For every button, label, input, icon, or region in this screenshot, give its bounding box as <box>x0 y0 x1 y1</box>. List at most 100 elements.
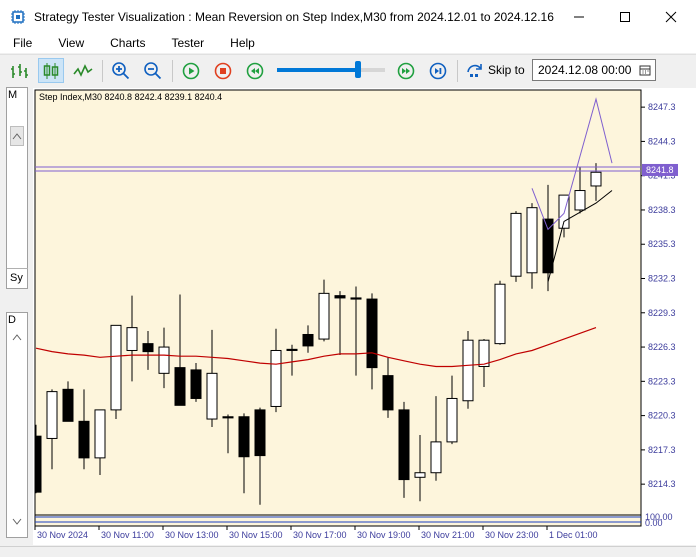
data-window-panel[interactable]: D <box>6 312 28 538</box>
rewind-icon <box>246 62 264 79</box>
candle-bearish <box>286 348 298 351</box>
current-price-label: 8241.8 <box>646 165 674 175</box>
line-chart-button[interactable] <box>70 58 96 83</box>
candle-bearish <box>366 298 378 369</box>
candle-bullish <box>270 349 282 407</box>
data-window-panel-label: D <box>8 314 16 326</box>
time-tick-label: 30 Nov 11:00 <box>101 530 154 540</box>
candle-bearish <box>398 409 410 481</box>
speed-slider-thumb[interactable] <box>355 61 361 78</box>
time-tick-label: 1 Dec 01:00 <box>549 530 598 540</box>
skip-to-button[interactable] <box>462 58 488 83</box>
time-tick-label: 30 Nov 15:00 <box>229 530 283 540</box>
scroll-down-icon[interactable] <box>12 518 22 526</box>
calendar-icon <box>639 65 651 76</box>
time-tick-label: 30 Nov 13:00 <box>165 530 219 540</box>
left-side-panels: M Sy D <box>0 87 29 557</box>
zoom-out-button[interactable] <box>140 58 166 83</box>
candle-bullish <box>414 472 426 478</box>
step-forward-button[interactable] <box>425 58 451 83</box>
speed-slider-track[interactable] <box>277 68 385 72</box>
price-tick-label: 8235.3 <box>648 239 676 249</box>
calendar-dropdown-button[interactable] <box>637 62 653 78</box>
stop-button[interactable] <box>210 58 236 83</box>
chart-canvas[interactable]: 8247.38244.38241.38238.38235.38232.38229… <box>33 88 696 545</box>
status-strip <box>0 546 696 557</box>
candle-bearish <box>174 367 186 406</box>
toolbar-separator <box>102 60 103 82</box>
zoom-out-icon <box>144 61 162 79</box>
speed-slider-fill <box>277 68 358 72</box>
candle-bullish <box>110 324 122 411</box>
window-title: Strategy Tester Visualization : Mean Rev… <box>34 9 554 24</box>
toolbar-separator <box>172 60 173 82</box>
candle-bearish <box>222 416 234 419</box>
skip-to-label: Skip to <box>488 63 525 77</box>
fast-forward-icon <box>397 62 415 79</box>
play-button[interactable] <box>178 58 204 83</box>
line-chart-icon <box>73 63 93 77</box>
candle-bullish <box>526 207 538 274</box>
symbols-tab-label: Sy <box>10 272 23 284</box>
candle-bullish <box>126 327 138 351</box>
indicator-tick-0: 0.00 <box>645 518 663 528</box>
price-tick-label: 8232.3 <box>648 274 676 284</box>
candle-bullish <box>46 391 58 439</box>
bar-chart-icon <box>11 63 28 78</box>
price-tick-label: 8217.3 <box>648 445 676 455</box>
skip-date-field[interactable]: 2024.12.08 00:00 <box>532 59 656 81</box>
candle-bearish <box>254 409 266 457</box>
stop-icon <box>214 62 232 79</box>
candle-bearish <box>142 343 154 353</box>
play-icon <box>182 62 200 79</box>
menu-view[interactable]: View <box>45 33 97 53</box>
skip-date-value: 2024.12.08 00:00 <box>538 63 632 77</box>
candle-bullish <box>462 339 474 402</box>
symbols-tab[interactable]: Sy <box>7 268 28 288</box>
candle-bullish <box>574 190 586 211</box>
market-watch-panel-label: M <box>8 89 18 101</box>
candlestick-chart-button[interactable] <box>38 58 64 83</box>
menu-charts[interactable]: Charts <box>97 33 158 53</box>
maximize-icon <box>620 11 630 22</box>
time-tick-label: 30 Nov 23:00 <box>485 530 539 540</box>
candle-bullish <box>158 346 170 374</box>
candle-bearish <box>34 435 42 493</box>
step-forward-icon <box>429 62 447 79</box>
price-tick-label: 8238.3 <box>648 205 676 215</box>
candle-bullish <box>478 339 490 367</box>
candle-bullish <box>94 409 106 459</box>
title-bar: Strategy Tester Visualization : Mean Rev… <box>0 0 696 33</box>
slower-button[interactable] <box>242 58 268 83</box>
scroll-up-icon[interactable] <box>12 333 22 341</box>
price-tick-label: 8226.3 <box>648 342 676 352</box>
minimize-button[interactable] <box>556 0 602 33</box>
candle-bullish <box>510 212 522 277</box>
menu-bar: File View Charts Tester Help <box>0 33 696 53</box>
price-chart[interactable]: 8247.38244.38241.38238.38235.38232.38229… <box>33 88 696 545</box>
faster-button[interactable] <box>393 58 419 83</box>
time-tick-label: 30 Nov 2024 <box>37 530 88 540</box>
candle-bearish <box>382 375 394 411</box>
minimize-icon <box>574 16 584 17</box>
candle-bearish <box>542 218 554 274</box>
strategy-tester-icon <box>11 9 25 24</box>
candle-bullish <box>430 441 442 474</box>
price-tick-label: 8220.3 <box>648 411 676 421</box>
market-watch-panel[interactable]: M Sy <box>6 87 28 289</box>
price-tick-label: 8229.3 <box>648 308 676 318</box>
close-button[interactable] <box>648 0 694 33</box>
chart-info-label: Step Index,M30 8240.8 8242.4 8239.1 8240… <box>39 92 222 102</box>
candle-bearish <box>334 295 346 299</box>
menu-file[interactable]: File <box>0 33 45 53</box>
candle-bearish <box>350 297 362 300</box>
price-tick-label: 8244.3 <box>648 136 676 146</box>
candle-bearish <box>190 369 202 399</box>
menu-help[interactable]: Help <box>217 33 268 53</box>
maximize-button[interactable] <box>602 0 648 33</box>
time-tick-label: 30 Nov 19:00 <box>357 530 411 540</box>
bar-chart-button[interactable] <box>6 58 32 83</box>
zoom-in-button[interactable] <box>108 58 134 83</box>
menu-tester[interactable]: Tester <box>158 33 217 53</box>
zoom-in-icon <box>112 61 130 79</box>
